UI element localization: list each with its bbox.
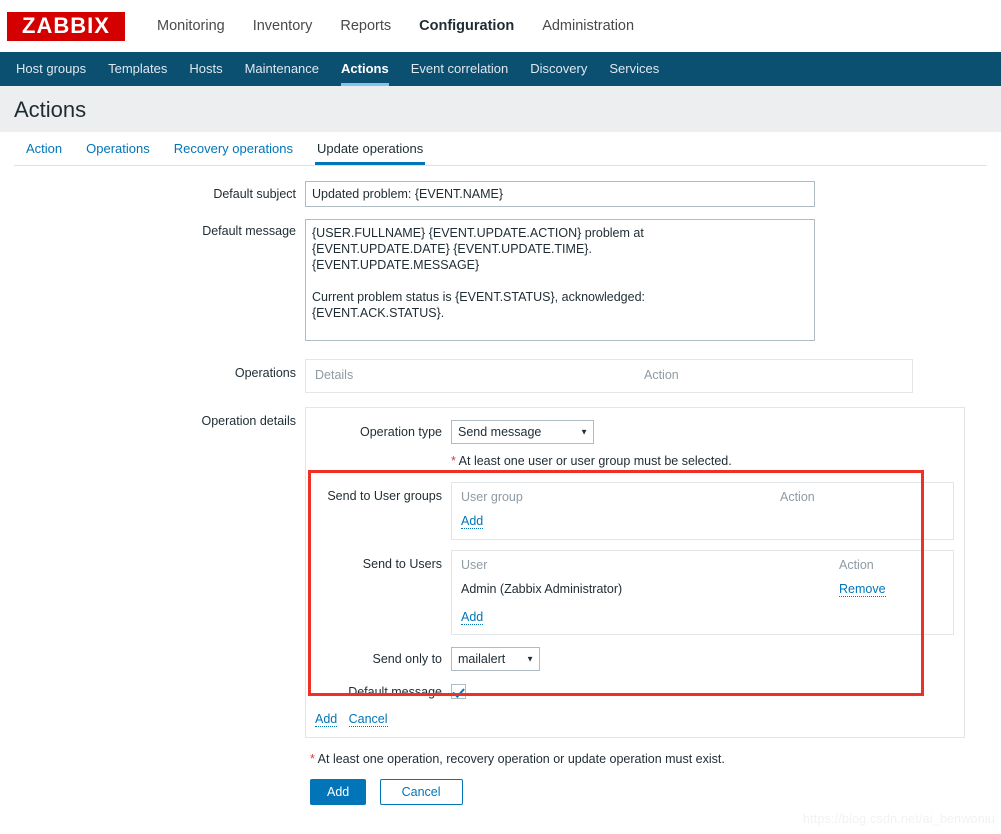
footnote-asterisk-icon: * (310, 752, 315, 766)
users-row-name: Admin (Zabbix Administrator) (461, 582, 623, 596)
row-operations: Operations Details Action (0, 359, 1001, 393)
main-menu-item-monitoring[interactable]: Monitoring (143, 0, 239, 52)
default-message-textarea[interactable]: {USER.FULLNAME} {EVENT.UPDATE.ACTION} pr… (305, 219, 815, 341)
tab-update-operations[interactable]: Update operations (305, 132, 435, 165)
users-add-link[interactable]: Add (461, 610, 484, 625)
watermark-text: https://blog.csdn.net/ai_benwoniu (802, 812, 995, 826)
main-menu-item-inventory[interactable]: Inventory (239, 0, 327, 52)
operation-detail-links: Add Cancel (315, 712, 964, 727)
operation-cancel-link[interactable]: Cancel (348, 712, 388, 727)
zabbix-logo[interactable]: ZABBIX (7, 11, 125, 41)
main-menu-item-administration[interactable]: Administration (528, 0, 648, 52)
user-groups-table: User group Action Add (451, 482, 954, 540)
default-subject-input[interactable] (305, 181, 815, 207)
nav-item-maintenance[interactable]: Maintenance (234, 52, 330, 86)
row-send-to-users: Send to Users User Action Admin (Zabbix … (306, 550, 964, 635)
zabbix-actions-page: ZABBIX Monitoring Inventory Reports Conf… (0, 0, 1001, 834)
main-menu-item-reports[interactable]: Reports (326, 0, 405, 52)
form-tab-bar: Action Operations Recovery operations Up… (14, 132, 987, 166)
operation-hint-text: At least one user or user group must be … (458, 454, 732, 468)
label-default-subject: Default subject (213, 187, 296, 201)
nav-item-discovery[interactable]: Discovery (519, 52, 598, 86)
operation-details-panel: Operation type Send message * At least o… (305, 407, 965, 738)
row-default-message-checkbox: Default message (306, 684, 964, 699)
required-asterisk-icon: * (451, 454, 456, 468)
row-default-subject: Default subject (0, 181, 1001, 207)
user-groups-add-link[interactable]: Add (461, 514, 484, 529)
default-message-checkbox[interactable] (451, 684, 466, 699)
active-menu-pointer-icon (453, 40, 475, 52)
operation-add-link[interactable]: Add (315, 712, 338, 727)
nav-item-hosts[interactable]: Hosts (178, 52, 233, 86)
page-title: Actions (14, 97, 87, 122)
user-groups-col-action: Action (780, 490, 815, 504)
nav-item-event-correlation[interactable]: Event correlation (400, 52, 520, 86)
label-send-to-users: Send to Users (362, 557, 442, 571)
nav-item-actions[interactable]: Actions (330, 52, 400, 86)
footnote-text: At least one operation, recovery operati… (317, 752, 725, 766)
user-groups-col-user-group: User group (461, 490, 523, 504)
users-row-remove-link[interactable]: Remove (839, 582, 886, 597)
tab-action[interactable]: Action (14, 132, 74, 165)
users-col-action: Action (839, 558, 874, 572)
users-col-user: User (461, 558, 488, 572)
nav-item-host-groups[interactable]: Host groups (5, 52, 97, 86)
label-default-message-checkbox: Default message (348, 684, 442, 699)
users-table: User Action Admin (Zabbix Administrator)… (451, 550, 954, 635)
row-operation-type: Operation type Send message (306, 420, 964, 444)
tab-recovery-operations[interactable]: Recovery operations (162, 132, 305, 165)
main-menu: Monitoring Inventory Reports Configurati… (143, 0, 648, 52)
operations-table: Details Action (305, 359, 913, 393)
top-header: ZABBIX Monitoring Inventory Reports Conf… (0, 0, 1001, 52)
nav-item-templates[interactable]: Templates (97, 52, 178, 86)
label-default-message: Default message (202, 224, 296, 238)
row-operation-details: Operation details Operation type Send me… (0, 407, 1001, 738)
page-title-strip (0, 86, 1001, 132)
row-default-message: Default message {USER.FULLNAME} {EVENT.U… (0, 219, 1001, 341)
row-send-only-to: Send only to mailalert (306, 647, 964, 671)
label-operations: Operations (234, 366, 296, 380)
label-send-only-to: Send only to (372, 652, 443, 666)
label-send-to-user-groups: Send to User groups (327, 489, 442, 503)
cancel-button[interactable]: Cancel (379, 779, 463, 805)
row-send-to-user-groups: Send to User groups User group Action Ad… (306, 482, 964, 540)
update-operations-form: Default subject Default message {USER.FU… (0, 166, 1001, 805)
tab-operations[interactable]: Operations (74, 132, 162, 165)
operation-type-select-wrap: Send message (451, 420, 594, 444)
zabbix-logo-text: ZABBIX (22, 13, 110, 38)
form-footnote: * At least one operation, recovery opera… (310, 752, 1001, 766)
operations-col-action: Action (644, 368, 679, 382)
label-operation-details: Operation details (201, 414, 296, 428)
nav-item-services[interactable]: Services (598, 52, 670, 86)
submit-add-button[interactable]: Add (310, 779, 367, 805)
sub-navigation-bar: Host groups Templates Hosts Maintenance … (0, 52, 1001, 86)
operations-col-details: Details (315, 368, 354, 382)
label-operation-type: Operation type (360, 425, 442, 439)
send-only-to-select[interactable]: mailalert (451, 647, 540, 671)
send-only-to-select-wrap: mailalert (451, 647, 540, 671)
form-action-buttons: Add Cancel (310, 779, 1001, 805)
operation-hint: * At least one user or user group must b… (451, 454, 964, 468)
operation-type-select[interactable]: Send message (451, 420, 594, 444)
